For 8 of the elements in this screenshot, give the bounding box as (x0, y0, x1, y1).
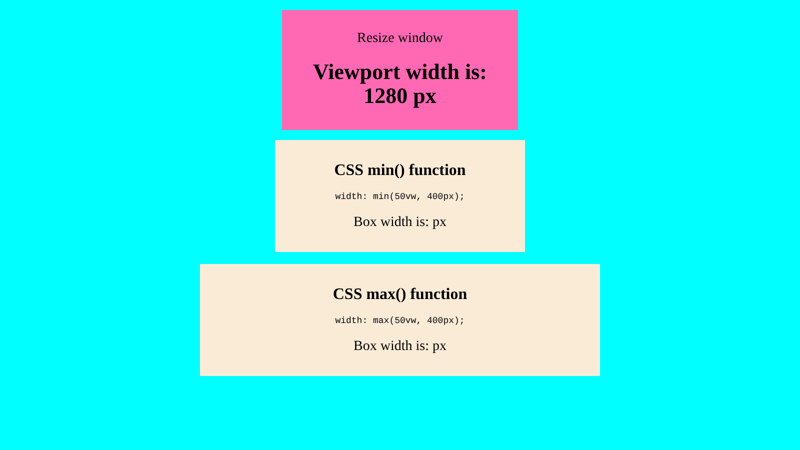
card-title: CSS min() function (334, 162, 466, 180)
caption-text: Resize window (357, 31, 443, 47)
code-snippet: width: max(50vw, 400px); (335, 316, 465, 326)
viewport-heading: Viewport width is: 1280 px (312, 60, 488, 108)
code-snippet: width: min(50vw, 400px); (335, 192, 465, 202)
box-width-text: Box width is: px (354, 339, 446, 355)
card-title: CSS max() function (332, 286, 468, 304)
box-width-text: Box width is: px (354, 215, 446, 231)
